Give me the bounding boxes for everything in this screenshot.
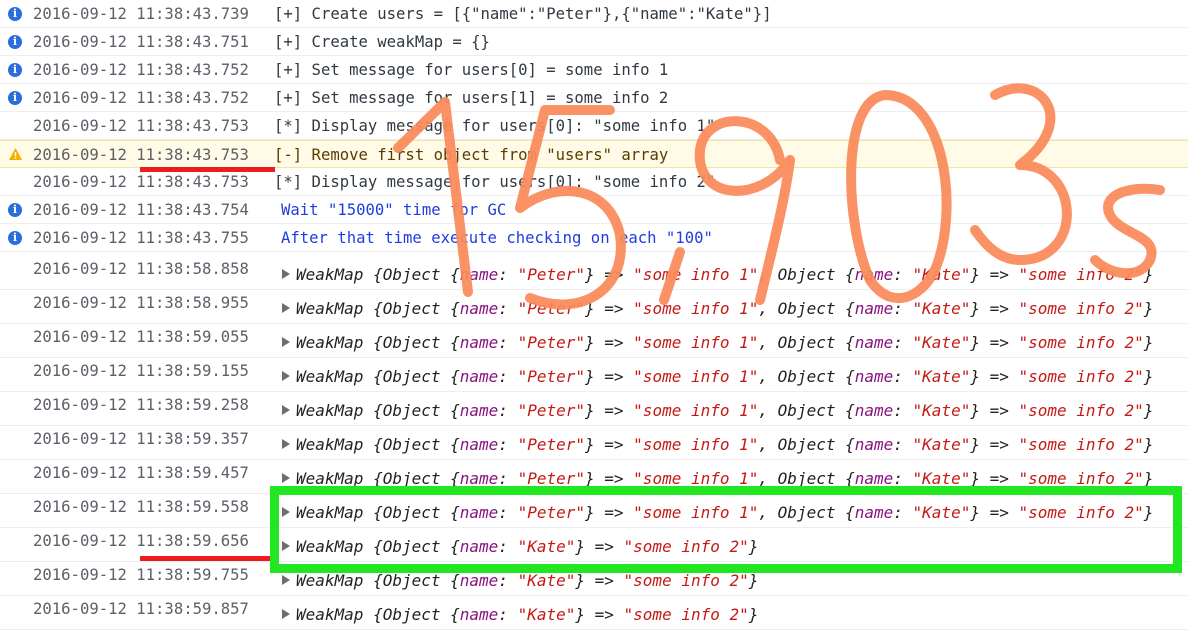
handwritten-duration-annotation: [393, 83, 1165, 310]
